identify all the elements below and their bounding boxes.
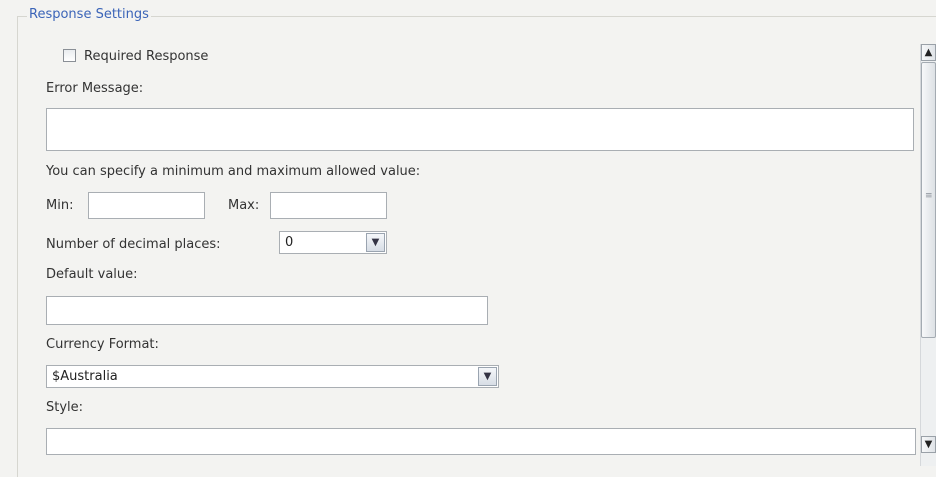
scrollbar-thumb[interactable]: ≡ [921, 62, 936, 338]
style-label: Style: [46, 400, 84, 415]
decimals-select[interactable]: 0 ▼ [279, 231, 387, 254]
section-legend: Response Settings [27, 6, 151, 24]
decimals-select-value: 0 [285, 235, 294, 250]
default-value-input[interactable] [46, 296, 488, 325]
currency-format-label: Currency Format: [46, 337, 159, 352]
currency-format-select[interactable]: $Australia ▼ [46, 365, 499, 388]
style-input[interactable] [46, 428, 916, 455]
required-response-label: Required Response [84, 49, 209, 64]
required-response-checkbox[interactable] [63, 49, 76, 62]
chevron-down-icon[interactable]: ▼ [366, 233, 385, 252]
panel-scrollbar[interactable]: ▲ ≡ ▼ [920, 44, 936, 466]
min-input[interactable] [88, 192, 205, 219]
range-hint-text: You can specify a minimum and maximum al… [46, 164, 421, 179]
max-label: Max: [228, 198, 260, 213]
error-message-textarea[interactable] [46, 108, 914, 151]
chevron-down-icon[interactable]: ▼ [478, 367, 497, 386]
default-value-label: Default value: [46, 267, 138, 282]
grip-icon: ≡ [925, 191, 933, 201]
max-input[interactable] [270, 192, 387, 219]
min-label: Min: [46, 198, 74, 213]
currency-select-value: $Australia [52, 369, 118, 384]
error-message-label: Error Message: [46, 81, 144, 96]
decimals-label: Number of decimal places: [46, 237, 221, 252]
arrow-down-icon[interactable]: ▼ [921, 436, 936, 453]
arrow-up-icon[interactable]: ▲ [921, 44, 936, 61]
